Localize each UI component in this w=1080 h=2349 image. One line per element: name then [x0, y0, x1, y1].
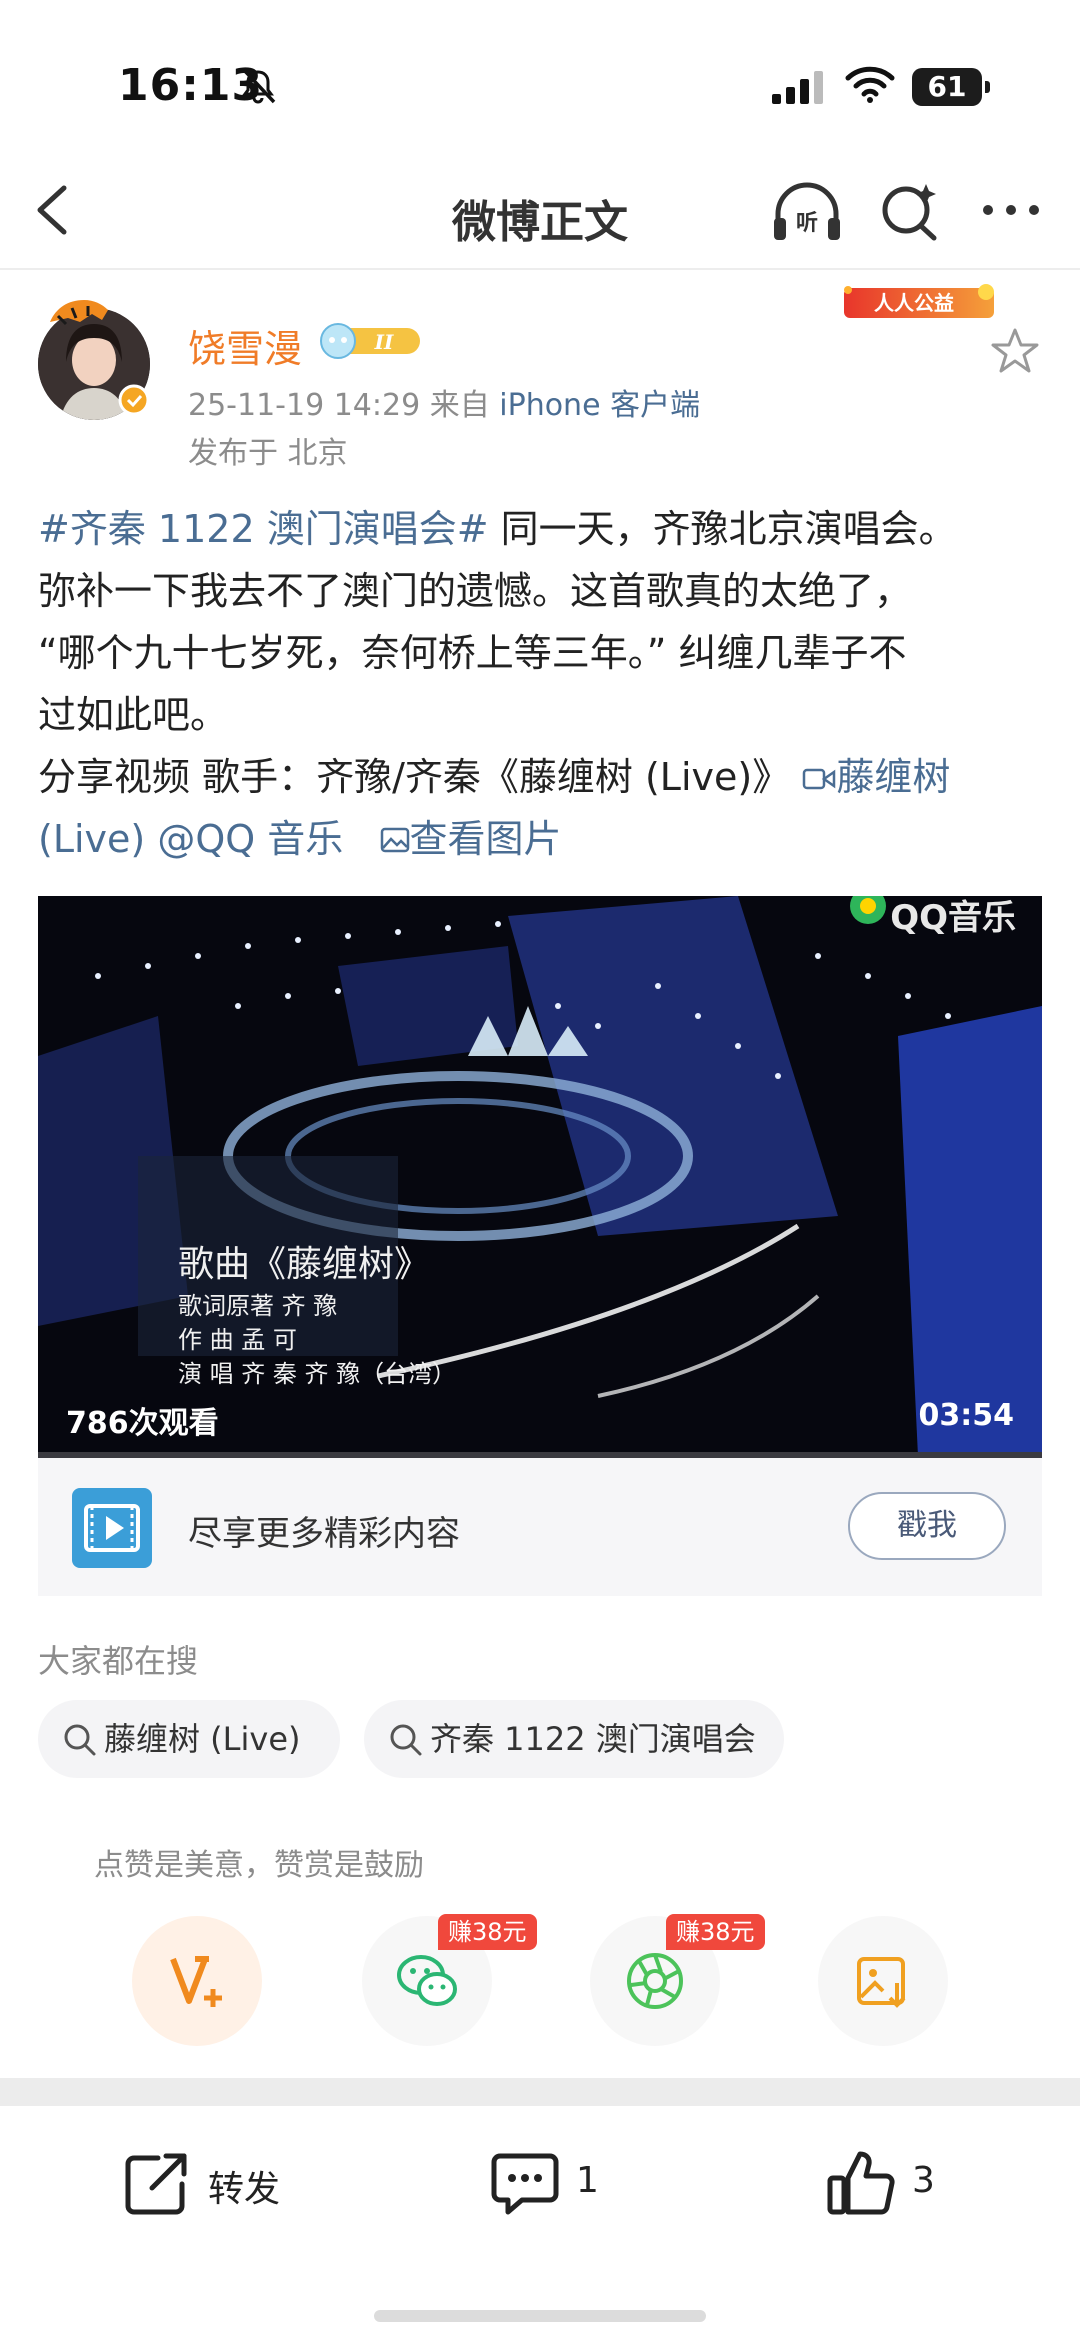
bottom-action-bar: 转发 1 3: [0, 2106, 1080, 2256]
reward-hint: 点赞是美意，赞赏是鼓励: [94, 1848, 424, 1883]
status-bar: 16:13 61: [0, 0, 1080, 150]
repost-label: 转发: [208, 2169, 281, 2210]
source-prefix: 来自: [429, 388, 490, 423]
promo-text: 尽享更多精彩内容: [188, 1514, 460, 1554]
video-link-continued[interactable]: (Live) @QQ 音乐: [38, 817, 343, 861]
post-source-link[interactable]: iPhone 客户端: [499, 388, 700, 423]
trending-search-title: 大家都在搜: [38, 1642, 199, 1680]
listen-headphones-icon[interactable]: 听: [770, 180, 844, 246]
search-icon[interactable]: [876, 178, 942, 244]
favorite-star-icon[interactable]: [990, 326, 1040, 376]
svg-text:听: 听: [796, 211, 818, 236]
video-frame: 歌曲《藤缠树》 歌词原著 齐 豫 作 曲 孟 可 演 唱 齐 秦 齐 豫（台湾）: [38, 896, 1042, 1458]
video-duration: 03:54: [918, 1398, 1015, 1433]
battery-indicator: 61: [912, 68, 990, 106]
image-icon: [380, 827, 409, 853]
vip-level-badge-icon: II: [320, 323, 420, 359]
qq-music-watermark: QQ音乐: [890, 898, 1016, 938]
view-count: 786次观看: [66, 1406, 219, 1441]
video-player[interactable]: 歌曲《藤缠树》 歌词原著 齐 豫 作 曲 孟 可 演 唱 齐 秦 齐 豫（台湾）…: [38, 896, 1042, 1458]
save-image-button[interactable]: [818, 1916, 948, 2046]
search-icon: [390, 1724, 422, 1756]
charity-badge[interactable]: 人人公益: [836, 278, 1002, 328]
section-divider: [0, 2078, 1080, 2106]
hashtag-link[interactable]: #齐秦 1122 澳门演唱会#: [38, 507, 489, 551]
promo-button[interactable]: 戳我: [848, 1492, 1006, 1560]
post-timestamp: 25-11-19 14:29: [188, 388, 421, 423]
video-app-icon: [72, 1488, 152, 1568]
video-link-icon: [803, 768, 836, 790]
author-name[interactable]: 饶雪漫: [188, 318, 302, 373]
search-chip[interactable]: 齐秦 1122 澳门演唱会: [364, 1700, 784, 1778]
comment-count: 1: [576, 2160, 599, 2201]
post-location: 发布于 北京: [188, 436, 348, 471]
svg-text:歌曲《藤缠树》: 歌曲《藤缠树》: [178, 1244, 430, 1285]
earn-badge: 赚38元: [438, 1914, 537, 1950]
moments-aperture-icon: [627, 1953, 683, 2009]
svg-text:歌词原著 齐 豫: 歌词原著 齐 豫: [178, 1292, 337, 1320]
signal-icon: [772, 71, 823, 104]
earn-badge: 赚38元: [666, 1914, 765, 1950]
view-image-link[interactable]: 查看图片: [355, 817, 562, 861]
save-image-icon: [857, 1957, 906, 2008]
more-options-icon[interactable]: [978, 190, 1044, 230]
bell-off-icon: [242, 68, 276, 104]
wifi-icon: [845, 66, 895, 103]
comment-icon: [491, 2153, 559, 2215]
post-meta: 25-11-19 14:29 来自 iPhone 客户端: [188, 380, 700, 424]
nav-bar: 微博正文 听: [0, 150, 1080, 270]
share-description: 分享视频 歌手：齐豫/齐秦《藤缠树 (Live)》: [38, 755, 791, 799]
avatar[interactable]: [36, 292, 152, 422]
like-count: 3: [912, 2160, 935, 2201]
home-indicator: [374, 2310, 706, 2322]
repost-icon: [125, 2153, 187, 2215]
search-icon: [64, 1724, 96, 1756]
charity-badge-label: 人人公益: [874, 291, 954, 315]
svg-text:II: II: [374, 330, 394, 354]
promo-banner[interactable]: 尽享更多精彩内容 戳我: [38, 1458, 1042, 1596]
reward-v-plus-icon: [170, 1956, 222, 2007]
post-text: #齐秦 1122 澳门演唱会# 同一天，齐豫北京演唱会。 弥补一下我去不了澳门的…: [38, 507, 957, 861]
reward-button[interactable]: [132, 1916, 262, 2046]
search-chip[interactable]: 藤缠树 (Live): [38, 1700, 340, 1778]
video-link[interactable]: 藤缠树: [802, 755, 950, 799]
svg-text:作 曲 孟 可: 作 曲 孟 可: [178, 1326, 297, 1354]
wechat-icon: [397, 1955, 457, 2006]
svg-text:演 唱 齐 秦 齐 豫（台湾）: 演 唱 齐 秦 齐 豫（台湾）: [178, 1360, 456, 1388]
thumbs-up-icon: [827, 2151, 895, 2215]
